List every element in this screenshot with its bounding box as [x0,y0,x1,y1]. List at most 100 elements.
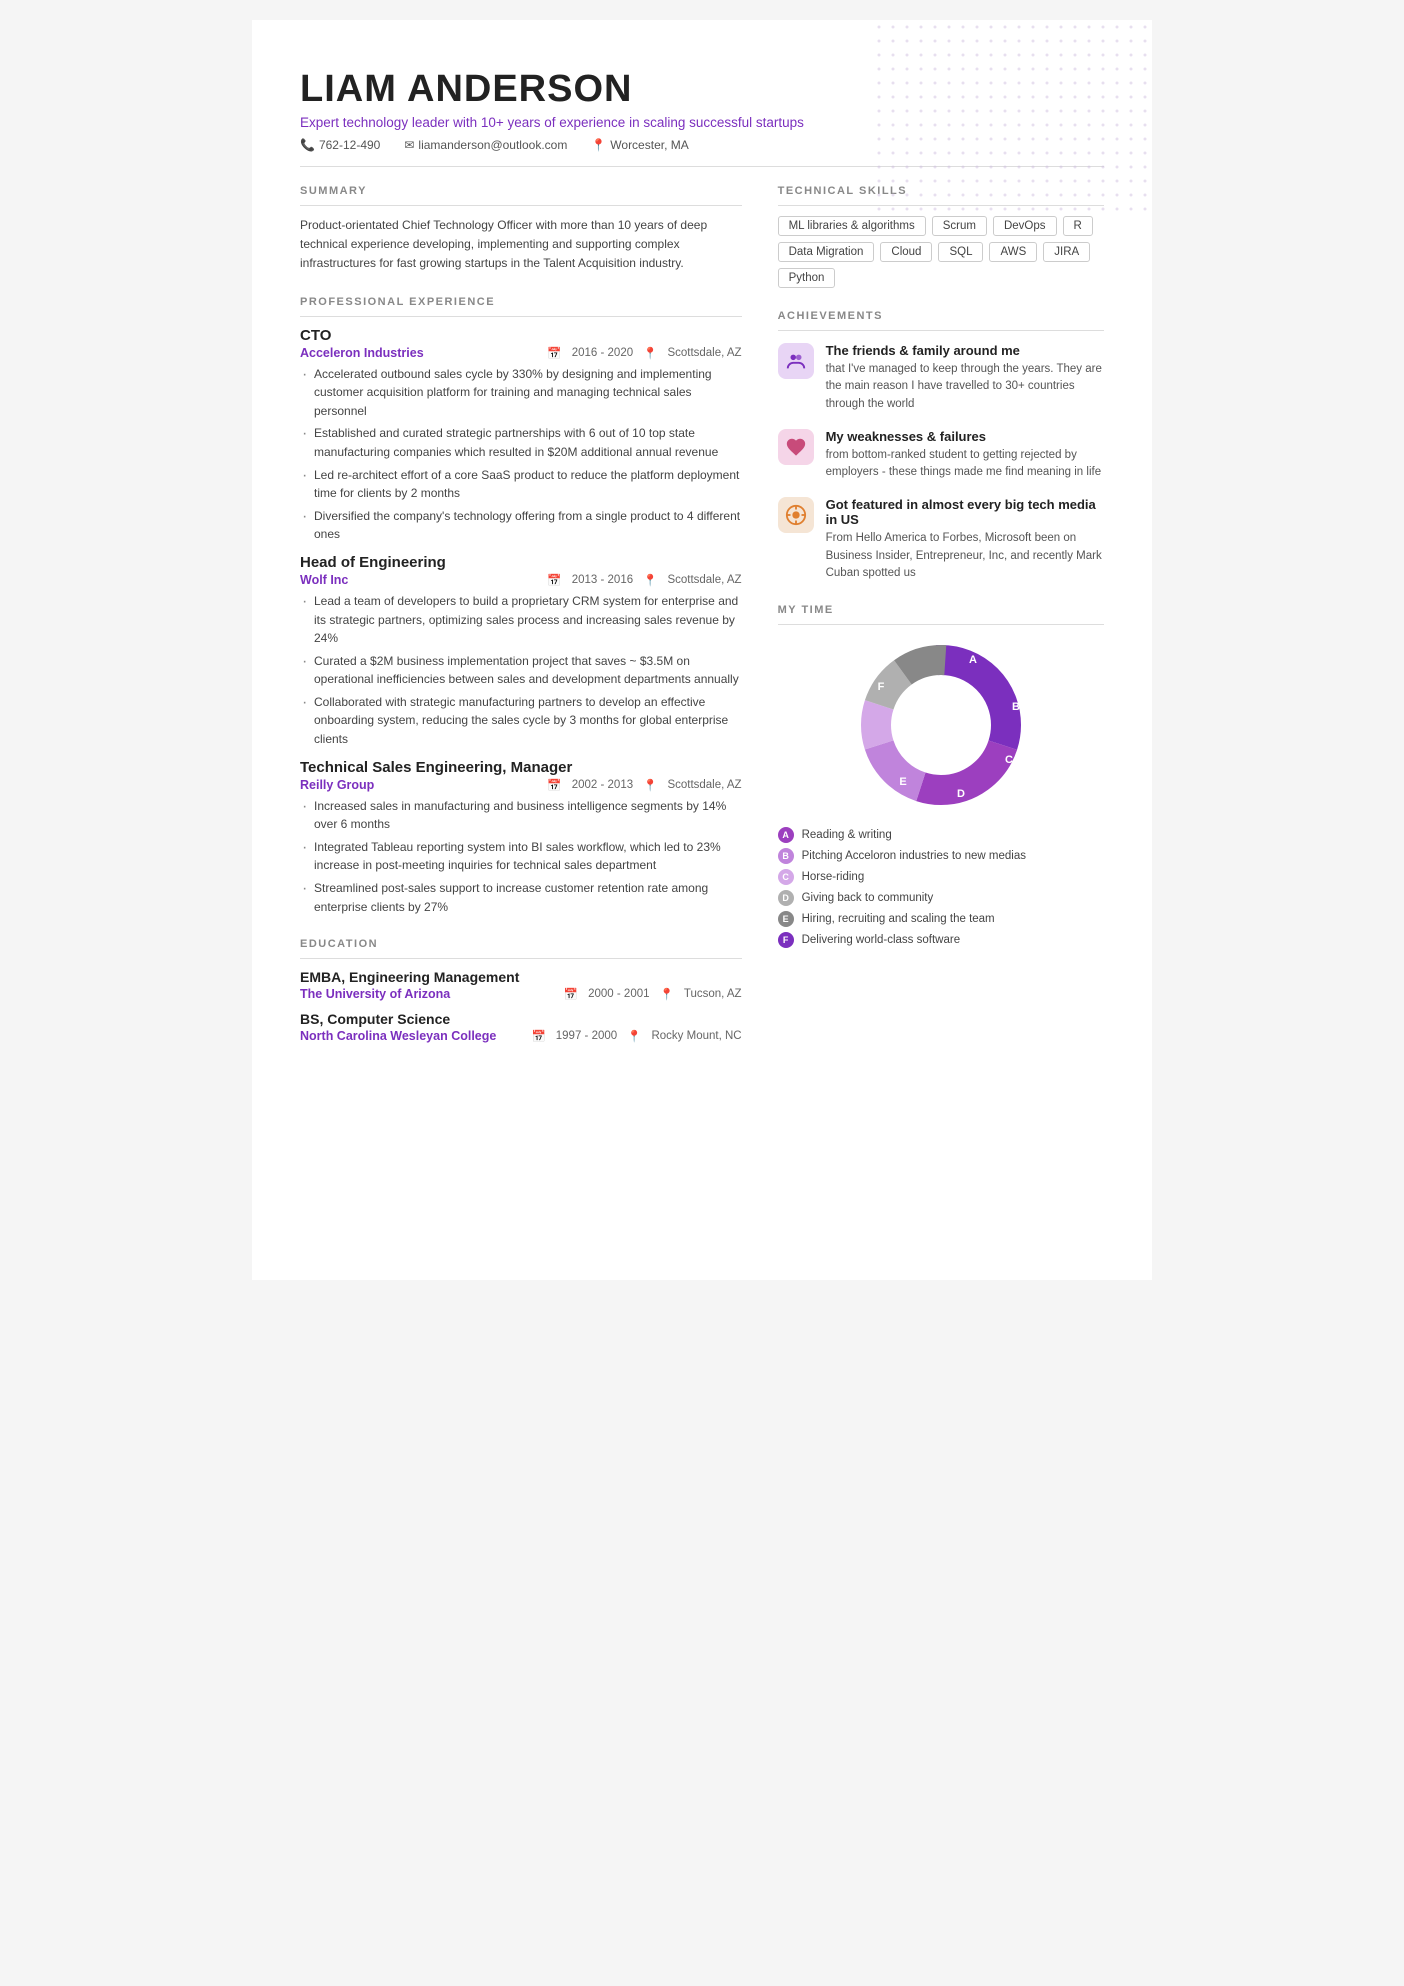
label-c: C [1005,754,1013,766]
legend-item-b: B Pitching Acceloron industries to new m… [778,848,1104,864]
job-title-2: Technical Sales Engineering, Manager [300,759,742,776]
bullet-item: Diversified the company's technology off… [300,507,742,544]
pin-icon-edu-0: 📍 [660,987,674,1001]
bullet-item: Accelerated outbound sales cycle by 330%… [300,365,742,421]
calendar-icon-0: 📅 [547,346,561,360]
skill-tag-9: Python [778,268,836,288]
achievement-text-0: The friends & family around me that I've… [826,343,1104,413]
job-dates-loc-2: 📅 2002 - 2013 📍 Scottsdale, AZ [547,778,741,792]
job-meta-0: Acceleron Industries 📅 2016 - 2020 📍 Sco… [300,346,742,360]
achievement-icon-1 [778,429,814,465]
education-divider [300,958,742,959]
legend-dot-d: D [778,890,794,906]
achievement-title-0: The friends & family around me [826,343,1104,358]
legend-dot-c: C [778,869,794,885]
email-info: ✉ liamanderson@outlook.com [404,138,567,152]
legend-dot-a: A [778,827,794,843]
cal-icon-edu-1: 📅 [531,1029,545,1043]
summary-divider [300,205,742,206]
skill-tag-5: Cloud [880,242,932,262]
job-dates-0: 2016 - 2020 [572,347,633,359]
label-d: D [957,788,965,800]
skill-tag-7: AWS [989,242,1037,262]
job-location-2: Scottsdale, AZ [667,779,741,791]
two-col-layout: SUMMARY Product-orientated Chief Technol… [300,185,1104,1065]
edu-location-1: Rocky Mount, NC [651,1030,741,1042]
legend-item-a: A Reading & writing [778,827,1104,843]
calendar-icon-2: 📅 [547,778,561,792]
achievement-icon-0 [778,343,814,379]
calendar-icon-1: 📅 [547,573,561,587]
edu-dates-loc-1: 📅 1997 - 2000 📍 Rocky Mount, NC [531,1029,741,1043]
legend-item-e: E Hiring, recruiting and scaling the tea… [778,911,1104,927]
education-section: EDUCATION EMBA, Engineering Management T… [300,938,742,1043]
job-dates-loc-0: 📅 2016 - 2020 📍 Scottsdale, AZ [547,346,741,360]
left-column: SUMMARY Product-orientated Chief Technol… [300,185,742,1065]
legend-dot-f: F [778,932,794,948]
job-company-1: Wolf Inc [300,573,348,587]
edu-dates-loc-0: 📅 2000 - 2001 📍 Tucson, AZ [564,987,742,1001]
edu-meta-1: North Carolina Wesleyan College 📅 1997 -… [300,1029,742,1043]
legend-label-f: Delivering world-class software [802,934,961,946]
legend-label-a: Reading & writing [802,829,892,841]
job-bullets-2: Increased sales in manufacturing and bus… [300,797,742,917]
job-bullets-0: Accelerated outbound sales cycle by 330%… [300,365,742,544]
bullet-item: Integrated Tableau reporting system into… [300,838,742,875]
donut-hole [893,677,989,773]
legend-item-c: C Horse-riding [778,869,1104,885]
experience-section: PROFESSIONAL EXPERIENCE CTO Acceleron In… [300,296,742,917]
legend-item-d: D Giving back to community [778,890,1104,906]
achievement-icon-2 [778,497,814,533]
job-title-0: CTO [300,327,742,344]
legend-label-c: Horse-riding [802,871,865,883]
phone-icon: 📞 [300,138,315,152]
job-meta-1: Wolf Inc 📅 2013 - 2016 📍 Scottsdale, AZ [300,573,742,587]
edu-location-0: Tucson, AZ [684,988,742,1000]
donut-chart-container: A B C D E F [778,635,1104,815]
education-title: EDUCATION [300,938,742,950]
job-dates-2: 2002 - 2013 [572,779,633,791]
pin-icon-1: 📍 [643,573,657,587]
bullet-item: Led re-architect effort of a core SaaS p… [300,466,742,503]
bullet-item: Lead a team of developers to build a pro… [300,592,742,648]
achievements-divider [778,330,1104,331]
location-info: 📍 Worcester, MA [591,138,688,152]
job-company-0: Acceleron Industries [300,346,424,360]
edu-degree-1: BS, Computer Science [300,1011,742,1027]
achievement-item-0: The friends & family around me that I've… [778,343,1104,413]
my-time-divider [778,624,1104,625]
job-dates-loc-1: 📅 2013 - 2016 📍 Scottsdale, AZ [547,573,741,587]
experience-title: PROFESSIONAL EXPERIENCE [300,296,742,308]
job-dates-1: 2013 - 2016 [572,574,633,586]
achievement-text-1: My weaknesses & failures from bottom-ran… [826,429,1104,482]
label-a: A [969,654,977,666]
email-icon: ✉ [404,138,414,152]
job-meta-2: Reilly Group 📅 2002 - 2013 📍 Scottsdale,… [300,778,742,792]
legend-label-e: Hiring, recruiting and scaling the team [802,913,995,925]
label-b: B [1012,701,1020,713]
bullet-item: Established and curated strategic partne… [300,424,742,461]
edu-degree-0: EMBA, Engineering Management [300,969,742,985]
my-time-title: MY TIME [778,604,1104,616]
bullet-item: Streamlined post-sales support to increa… [300,879,742,916]
job-company-2: Reilly Group [300,778,374,792]
label-f: F [877,681,884,693]
legend-dot-e: E [778,911,794,927]
edu-meta-0: The University of Arizona 📅 2000 - 2001 … [300,987,742,1001]
achievement-desc-2: From Hello America to Forbes, Microsoft … [826,530,1104,582]
resume-container: LIAM ANDERSON Expert technology leader w… [252,20,1152,1280]
my-time-section: MY TIME [778,604,1104,948]
achievement-text-2: Got featured in almost every big tech me… [826,497,1104,582]
location-icon: 📍 [591,138,606,152]
achievement-desc-1: from bottom-ranked student to getting re… [826,447,1104,482]
pin-icon-0: 📍 [643,346,657,360]
legend-dot-b: B [778,848,794,864]
summary-text: Product-orientated Chief Technology Offi… [300,216,742,274]
skill-tag-8: JIRA [1043,242,1090,262]
edu-dates-1: 1997 - 2000 [556,1030,617,1042]
right-column: TECHNICAL SKILLS ML libraries & algorith… [778,185,1104,1065]
job-item-2: Technical Sales Engineering, Manager Rei… [300,759,742,917]
donut-chart: A B C D E F [851,635,1031,815]
skill-tag-6: SQL [938,242,983,262]
job-bullets-1: Lead a team of developers to build a pro… [300,592,742,749]
